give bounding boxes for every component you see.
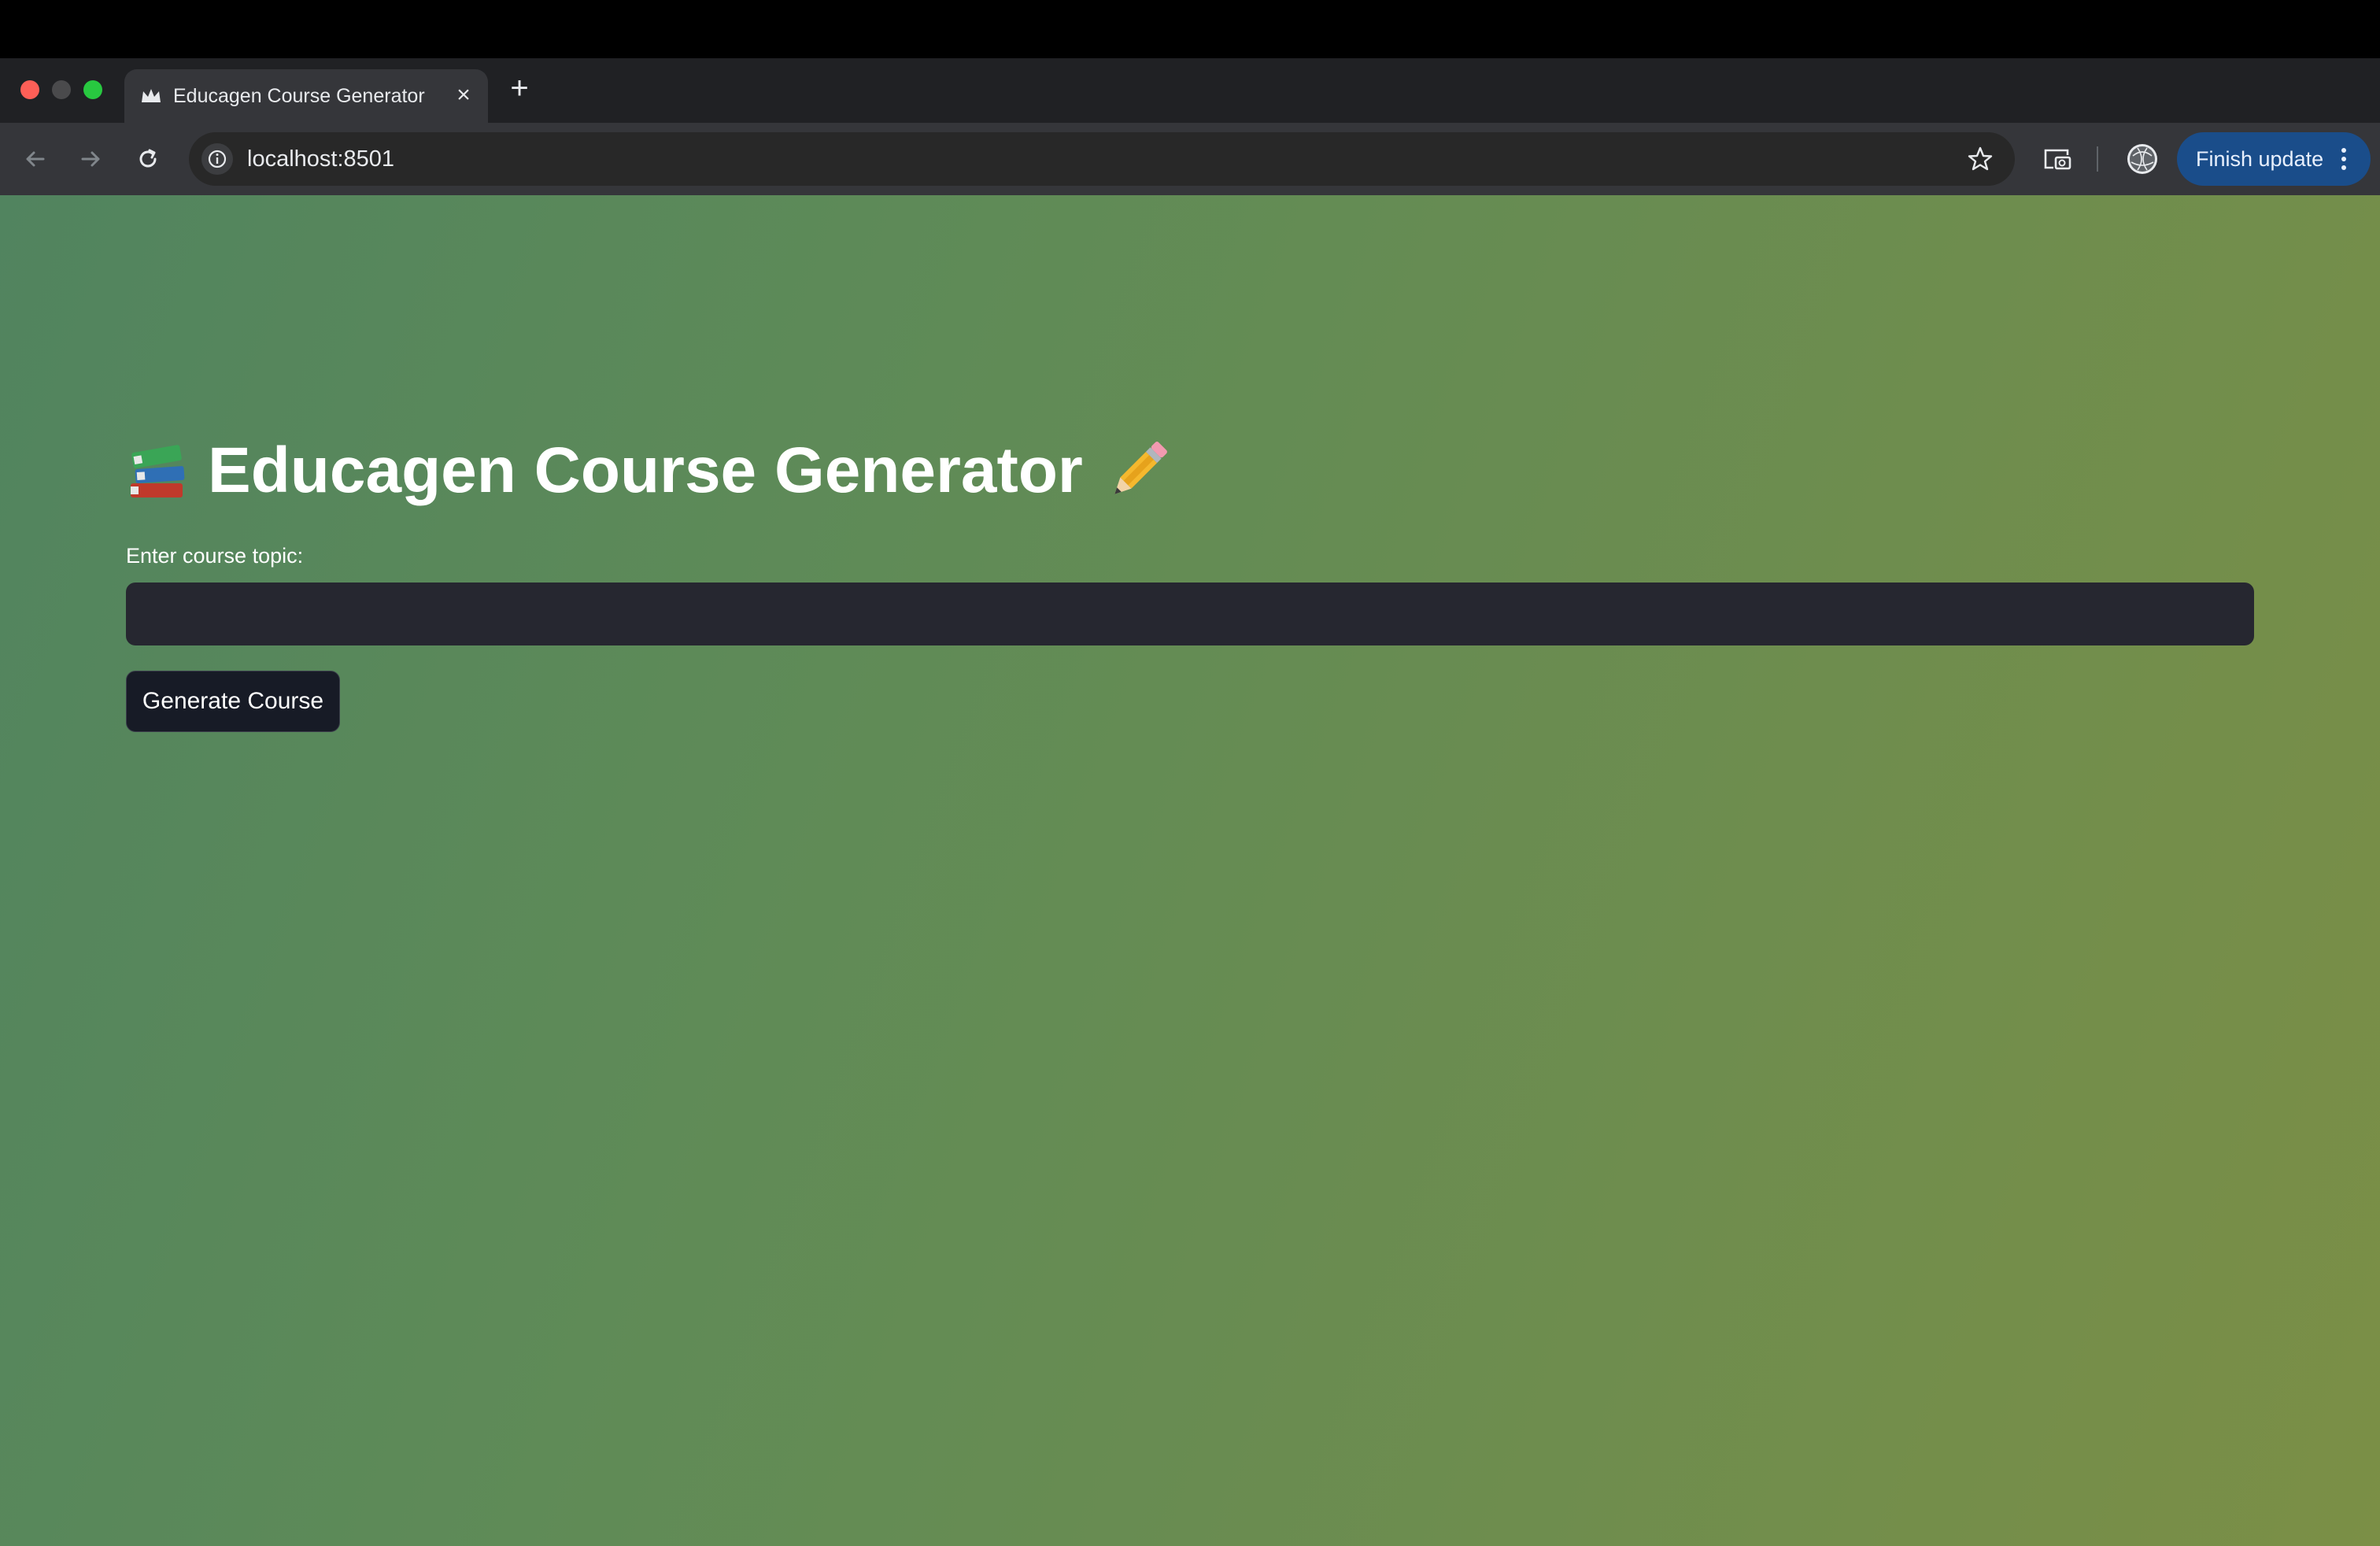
tab-title: Educagen Course Generator xyxy=(173,85,425,107)
address-bar[interactable]: localhost:8501 xyxy=(189,132,2015,186)
title-row: Educagen Course Generator xyxy=(126,431,1174,510)
streamlit-crown-icon xyxy=(140,87,162,105)
star-icon[interactable] xyxy=(1963,142,1998,176)
kebab-menu-icon[interactable] xyxy=(2328,143,2360,175)
info-icon[interactable] xyxy=(201,143,233,175)
browser-toolbar: localhost:8501 Finish update xyxy=(0,123,2380,195)
window-minimize-button[interactable] xyxy=(52,80,71,99)
books-emoji-icon xyxy=(126,439,189,502)
generate-course-button[interactable]: Generate Course xyxy=(126,671,340,732)
window-zoom-button[interactable] xyxy=(83,80,102,99)
back-arrow-icon[interactable] xyxy=(16,140,54,178)
plus-icon[interactable]: + xyxy=(504,72,535,104)
finish-update-label: Finish update xyxy=(2196,147,2324,171)
app-content: Educagen Course Generator Enter course t… xyxy=(0,195,2380,1546)
course-topic-label: Enter course topic: xyxy=(126,544,304,568)
finish-update-button[interactable]: Finish update xyxy=(2177,132,2371,186)
window-close-button[interactable] xyxy=(20,80,39,99)
page-title: Educagen Course Generator xyxy=(208,435,1083,506)
course-topic-input[interactable] xyxy=(126,583,2254,645)
browser-tab-active[interactable]: Educagen Course Generator × xyxy=(124,69,488,123)
profile-avatar-icon[interactable] xyxy=(2123,140,2161,178)
close-icon[interactable]: × xyxy=(450,82,477,109)
forward-arrow-icon[interactable] xyxy=(72,140,110,178)
screen-top-bar xyxy=(0,0,2380,58)
reload-icon[interactable] xyxy=(129,140,167,178)
pencil-emoji-icon xyxy=(1102,435,1174,507)
cast-search-icon[interactable] xyxy=(2038,140,2076,178)
toolbar-divider xyxy=(2097,146,2098,172)
url-text: localhost:8501 xyxy=(247,146,395,172)
